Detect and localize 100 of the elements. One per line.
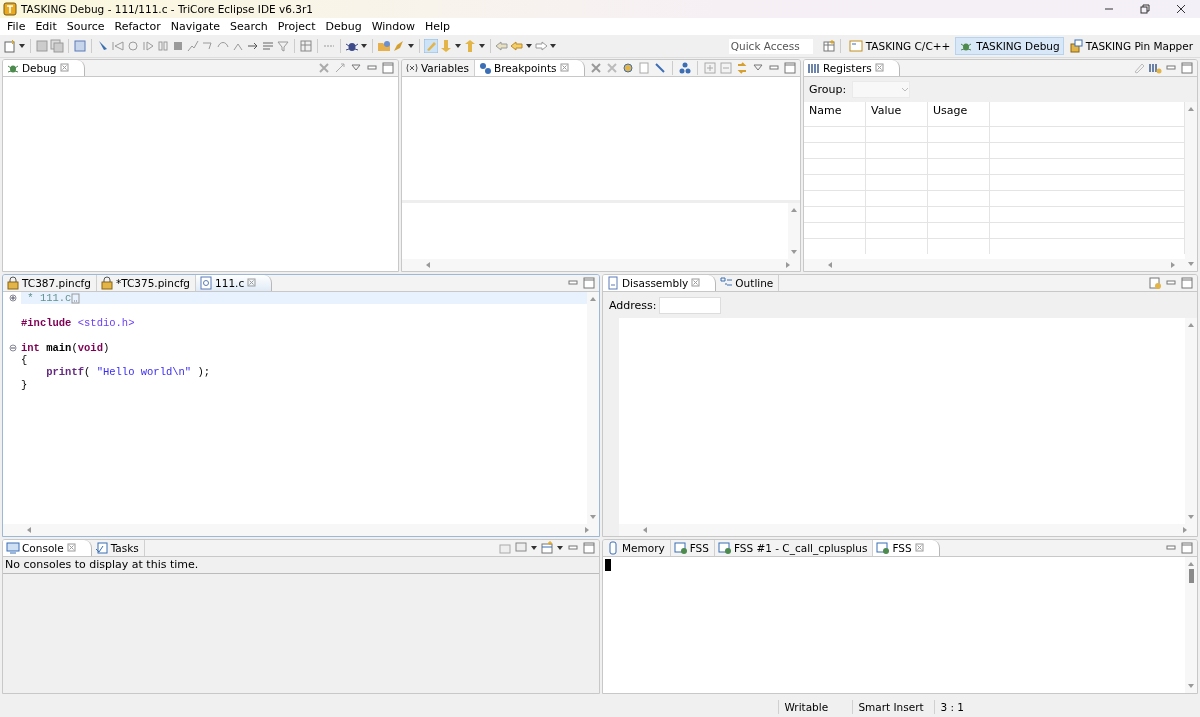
print-icon[interactable] [73,39,87,53]
collapse-all-icon[interactable] [719,61,733,75]
perspective-button[interactable]: TASKING C/C++ [844,37,955,55]
maximize-icon[interactable] [1180,276,1194,290]
close-icon[interactable] [246,277,258,288]
scroll-thumb[interactable] [1188,569,1194,583]
pen-icon[interactable] [1132,61,1146,75]
column-header[interactable]: Usage [928,102,990,126]
close-icon[interactable] [690,277,702,288]
pointer-icon[interactable] [96,39,110,53]
scroll-left-icon[interactable] [826,261,834,269]
close-icon[interactable] [58,62,70,73]
menu-item[interactable]: Help [420,20,456,33]
view-tab[interactable]: Debug [3,60,85,76]
vertical-scrollbar[interactable] [788,203,800,259]
horizontal-scrollbar[interactable] [619,524,1197,536]
close-icon[interactable] [873,62,885,73]
scroll-left-icon[interactable] [641,526,649,534]
menu-item[interactable]: Search [225,20,273,33]
vertical-scrollbar[interactable] [1185,318,1197,524]
view-tab[interactable]: Outline [716,275,780,291]
group-icon[interactable] [678,61,692,75]
horizontal-scrollbar[interactable] [402,259,800,271]
scroll-up-icon[interactable] [1186,321,1196,329]
horizontal-scrollbar[interactable] [804,259,1185,271]
pause-icon[interactable] [156,39,170,53]
close-icon[interactable] [913,542,925,553]
remove-all-icon[interactable] [317,61,331,75]
maximize-icon[interactable] [381,61,395,75]
save-all-icon[interactable] [50,39,64,53]
folded-content-icon[interactable] [71,292,81,304]
maximize-icon[interactable] [1180,61,1194,75]
restart-icon[interactable] [126,39,140,53]
view-tab[interactable]: TC387.pincfg [3,275,97,291]
scroll-down-icon[interactable] [588,513,598,521]
close-icon[interactable] [65,542,77,553]
menu-item[interactable]: Project [272,20,321,33]
view-tab[interactable]: FSS #1 - C_call_cplusplus [714,540,874,556]
expand-fold-icon[interactable] [9,294,17,302]
register-settings-icon[interactable] [1148,61,1162,75]
view-tab[interactable]: Console [3,540,92,556]
scroll-left-icon[interactable] [424,261,432,269]
maximize-icon[interactable] [783,61,797,75]
vertical-scrollbar[interactable] [1185,102,1197,271]
close-icon[interactable] [558,62,570,73]
remove-icon[interactable] [589,61,603,75]
view-tab[interactable]: Registers [804,60,900,76]
view-tab[interactable]: *TC375.pincfg [96,275,197,291]
scroll-up-icon[interactable] [588,295,598,303]
perspective-button[interactable]: TASKING Pin Mapper [1064,37,1197,55]
menu-item[interactable]: Window [366,20,420,33]
folder-icon[interactable] [377,39,391,53]
menu-item[interactable]: Refactor [109,20,166,33]
scroll-up-icon[interactable] [1186,105,1196,113]
quick-access-field[interactable]: Quick Access [728,38,813,54]
view-tab[interactable]: FSS [873,540,940,556]
collapse-fold-icon[interactable] [9,343,17,352]
save-icon[interactable] [35,39,49,53]
view-tab[interactable]: Disassembly [603,275,717,291]
stop-icon[interactable] [171,39,185,53]
resume-icon[interactable] [141,39,155,53]
column-header[interactable]: Value [866,102,928,126]
scroll-right-icon[interactable] [784,261,792,269]
menu-item[interactable]: Edit [30,20,62,33]
maximize-icon[interactable] [582,541,596,555]
maximize-icon[interactable] [1180,541,1194,555]
scroll-right-icon[interactable] [1181,526,1189,534]
menu-item[interactable]: File [2,20,31,33]
view-tab[interactable]: Memory [603,540,671,556]
vertical-scrollbar[interactable] [1185,557,1197,693]
scroll-down-icon[interactable] [1186,682,1196,690]
pin-icon[interactable] [498,541,512,555]
vertical-scrollbar[interactable] [587,292,599,524]
view-tab[interactable]: FSS [670,540,715,556]
settings-icon[interactable] [1148,276,1162,290]
menu-item[interactable]: Debug [320,20,367,33]
scroll-up-icon[interactable] [789,206,799,214]
scroll-down-icon[interactable] [1186,513,1196,521]
gear-icon[interactable] [621,61,635,75]
filter-icon[interactable] [276,39,290,53]
scroll-right-icon[interactable] [583,526,591,534]
scroll-down-icon[interactable] [1186,260,1196,268]
horizontal-scrollbar[interactable] [3,524,599,536]
column-header[interactable]: Name [804,102,866,126]
menu-item[interactable]: Source [61,20,110,33]
close-window-icon[interactable] [1176,4,1186,14]
perspective-button[interactable]: TASKING Debug [955,37,1064,55]
menu-item[interactable]: Navigate [165,20,225,33]
expand-all-icon[interactable] [703,61,717,75]
open-perspective-icon[interactable] [821,39,836,53]
scroll-left-icon[interactable] [25,526,33,534]
view-tab[interactable]: Variables [402,60,475,76]
scroll-up-icon[interactable] [1186,560,1196,568]
view-tab[interactable]: 111.c [196,275,273,291]
table-icon[interactable] [299,39,313,53]
skip-back-icon[interactable] [111,39,125,53]
view-tab[interactable]: Tasks [91,540,145,556]
maximize-icon[interactable] [582,276,596,290]
scroll-right-icon[interactable] [1169,261,1177,269]
pen-icon[interactable] [424,39,438,53]
